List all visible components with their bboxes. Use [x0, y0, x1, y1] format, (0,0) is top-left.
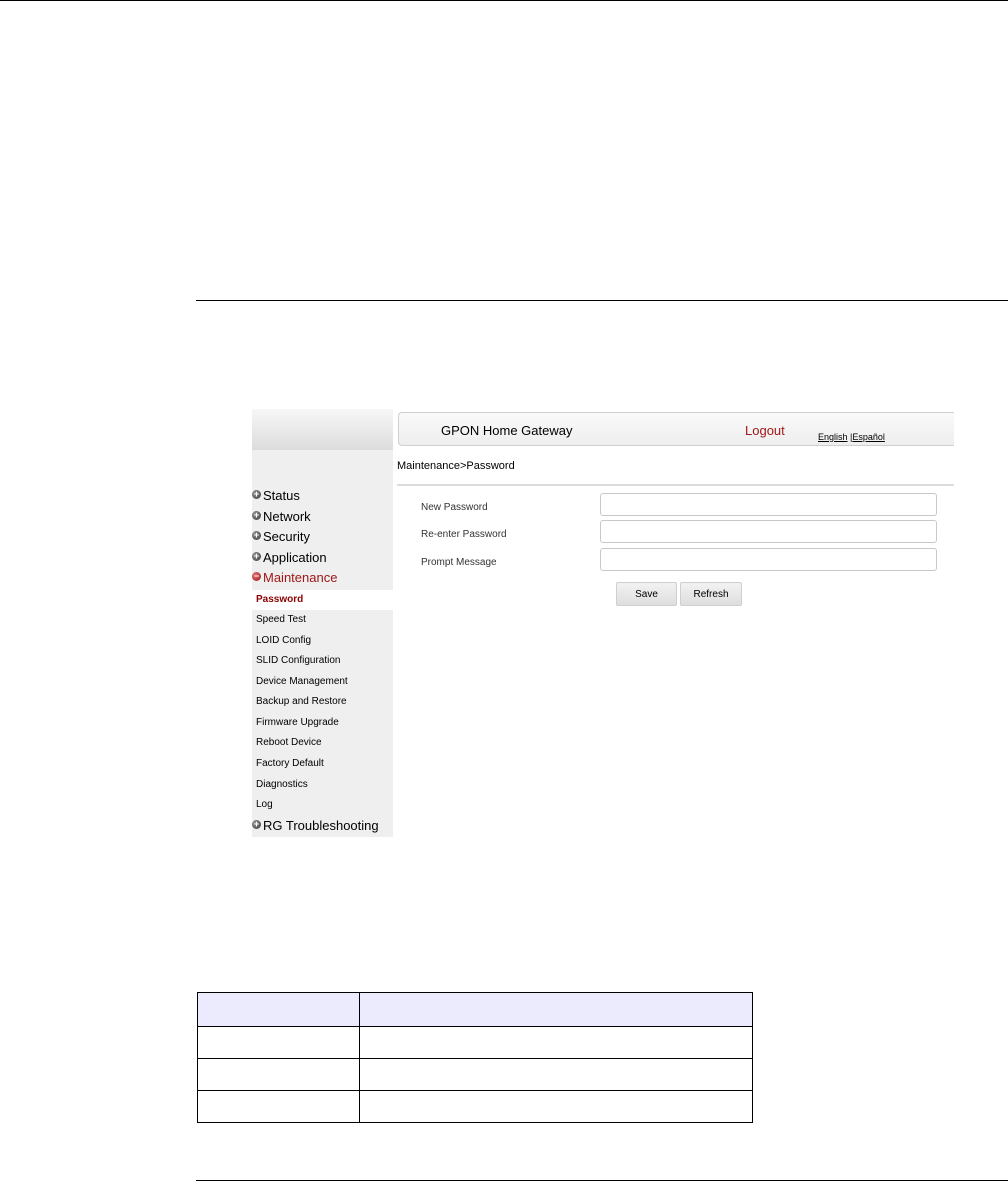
breadcrumb-divider	[397, 484, 954, 486]
section-rule	[196, 300, 1008, 301]
sidebar-item-application[interactable]: + Application	[252, 548, 393, 568]
table-cell	[359, 1026, 753, 1059]
reenter-password-input[interactable]	[600, 520, 937, 543]
table-header-cell	[359, 992, 753, 1027]
sidebar-header	[252, 409, 393, 450]
new-password-label: New Password	[421, 502, 488, 513]
prompt-message-input[interactable]	[600, 548, 937, 571]
table-cell	[359, 1090, 753, 1123]
sidebar-item-maintenance[interactable]: − Maintenance	[252, 568, 393, 588]
breadcrumb: Maintenance>Password	[397, 460, 515, 472]
sidebar-sub-firmware-upgrade[interactable]: Firmware Upgrade	[252, 713, 393, 733]
sidebar-sub-device-management[interactable]: Device Management	[252, 672, 393, 692]
sidebar-item-security[interactable]: + Security	[252, 527, 393, 547]
sidebar-item-label: RG Troubleshooting	[263, 818, 379, 833]
header-bar: GPON Home Gateway Logout English |Españo…	[398, 412, 954, 446]
sidebar-sub-speed-test[interactable]: Speed Test	[252, 610, 393, 630]
sidebar-item-label: Security	[263, 529, 310, 544]
sidebar-item-label: Network	[263, 509, 311, 524]
sidebar-item-label: Application	[263, 550, 327, 565]
gateway-title: GPON Home Gateway	[441, 423, 573, 438]
table-row	[197, 1090, 753, 1123]
sidebar-sub-backup-restore[interactable]: Backup and Restore	[252, 692, 393, 712]
sidebar-sub-diagnostics[interactable]: Diagnostics	[252, 775, 393, 795]
gateway-screenshot: + Status + Network + Security + Application …	[252, 409, 954, 837]
sidebar-sub-factory-default[interactable]: Factory Default	[252, 754, 393, 774]
logout-link[interactable]: Logout	[745, 423, 785, 438]
sidebar-sub-reboot-device[interactable]: Reboot Device	[252, 733, 393, 753]
prompt-message-label: Prompt Message	[421, 557, 497, 568]
sidebar-sub-loid-config[interactable]: LOID Config	[252, 631, 393, 651]
plus-icon: +	[252, 510, 261, 520]
document-table	[197, 992, 753, 1123]
reenter-password-label: Re-enter Password	[421, 529, 507, 540]
sidebar-item-status[interactable]: + Status	[252, 486, 393, 506]
lang-english-link[interactable]: English	[818, 432, 848, 442]
top-rule	[0, 0, 1008, 1]
plus-icon: +	[252, 551, 261, 561]
table-cell	[197, 1058, 360, 1091]
lang-spanish-link[interactable]: Español	[852, 432, 885, 442]
sidebar-item-network[interactable]: + Network	[252, 507, 393, 527]
language-switcher: English |Español	[818, 432, 885, 442]
table-header-cell	[197, 992, 360, 1027]
table-cell	[197, 1026, 360, 1059]
save-button[interactable]: Save	[616, 582, 677, 606]
footer-rule	[196, 1180, 1008, 1181]
table-row	[197, 1058, 753, 1091]
sidebar-item-label: Status	[263, 488, 300, 503]
table-cell	[197, 1090, 360, 1123]
minus-icon: −	[252, 571, 261, 581]
sidebar-sub-slid-configuration[interactable]: SLID Configuration	[252, 651, 393, 671]
table-row	[197, 1026, 753, 1059]
sidebar-sub-password[interactable]: Password	[252, 590, 393, 610]
sidebar-item-label: Maintenance	[263, 570, 338, 585]
refresh-button[interactable]: Refresh	[680, 582, 742, 606]
sidebar-sub-log[interactable]: Log	[252, 795, 393, 815]
table-cell	[359, 1058, 753, 1091]
sidebar-item-rg-troubleshooting[interactable]: + RG Troubleshooting	[252, 816, 393, 836]
plus-icon: +	[252, 530, 261, 540]
sidebar: + Status + Network + Security + Application …	[252, 409, 393, 837]
table-header-row	[197, 992, 753, 1027]
new-password-input[interactable]	[600, 493, 937, 516]
plus-icon: +	[252, 489, 261, 499]
plus-icon: +	[252, 819, 261, 829]
